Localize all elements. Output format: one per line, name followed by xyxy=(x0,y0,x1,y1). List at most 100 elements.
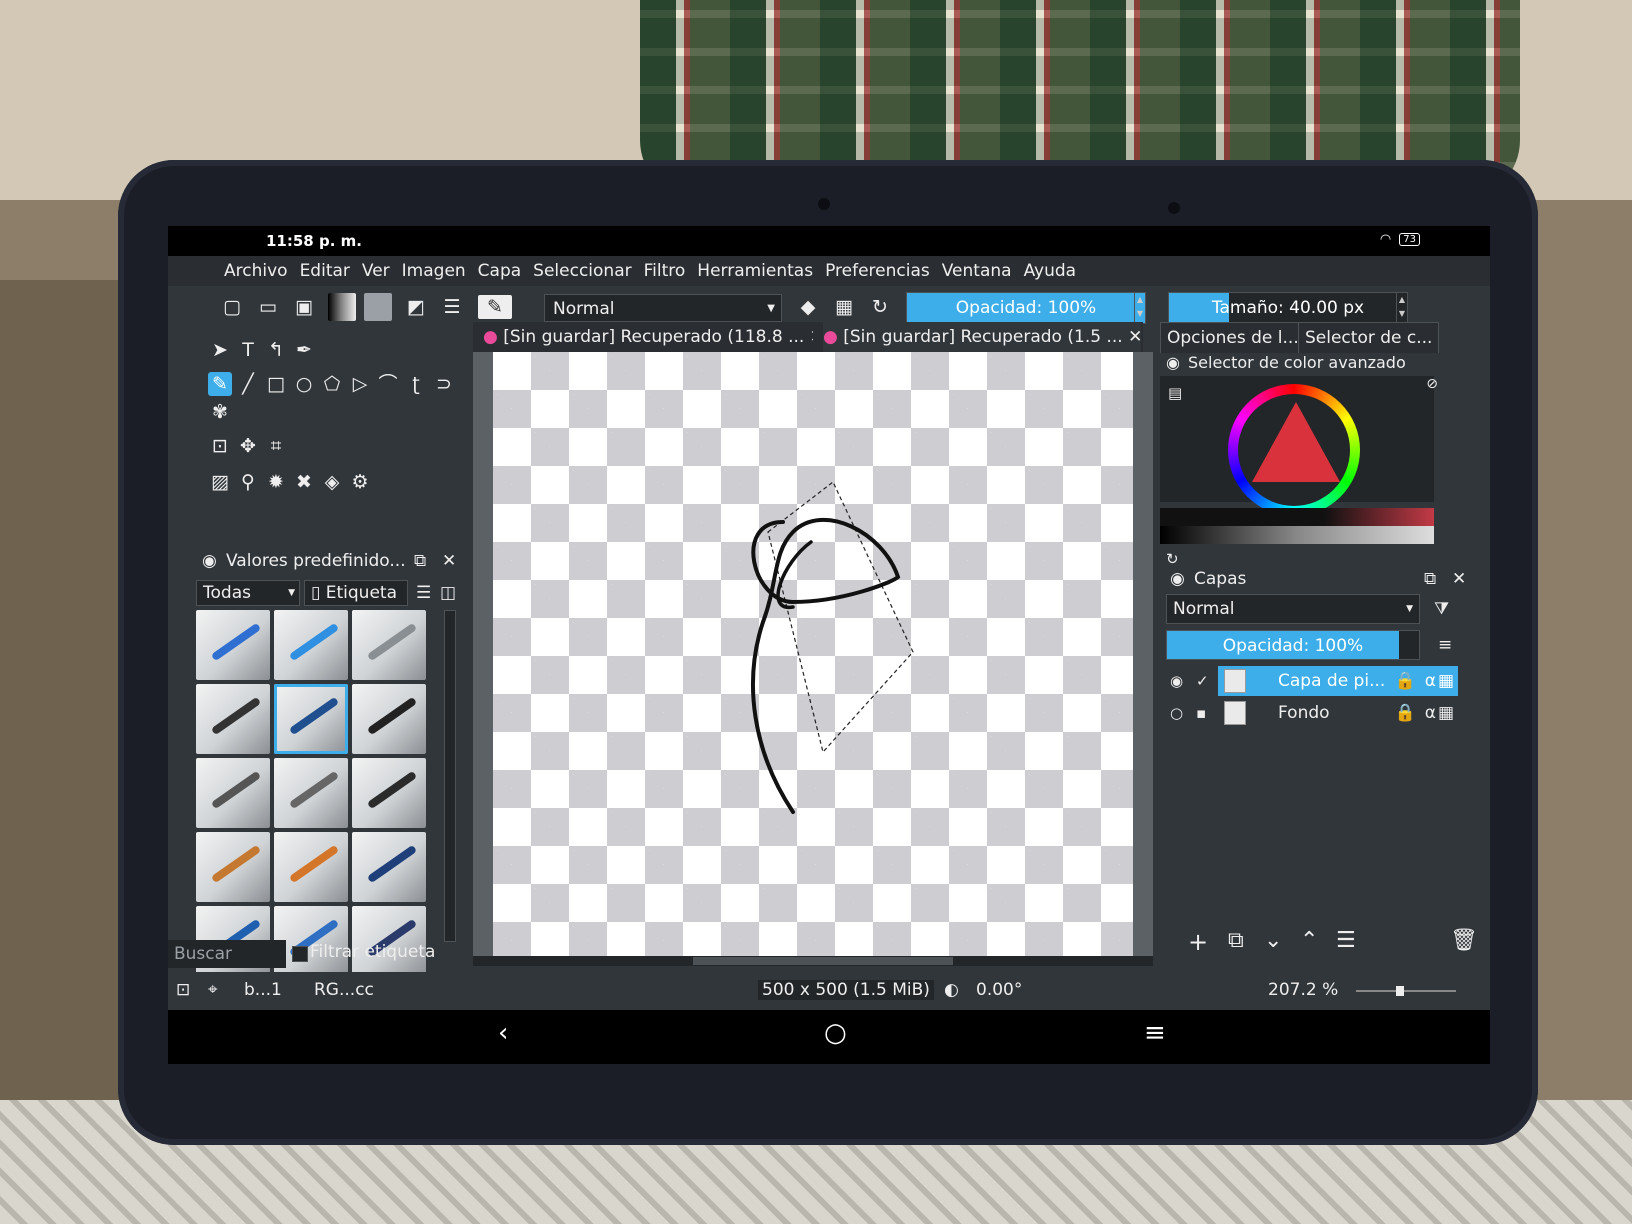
new-document-icon[interactable]: ▢ xyxy=(220,295,244,319)
workspace-icon[interactable]: ☰ xyxy=(440,295,464,319)
text-tool-icon[interactable]: T xyxy=(236,338,260,362)
color-swap-icon[interactable]: ◩ xyxy=(404,295,428,319)
brush-preset-thumbnail[interactable] xyxy=(274,610,348,680)
menu-ver[interactable]: Ver xyxy=(362,261,390,281)
menu-archivo[interactable]: Archivo xyxy=(224,261,288,281)
brush-preset-thumbnail[interactable] xyxy=(196,832,270,902)
brush-preset-icon[interactable]: ✎ xyxy=(478,295,512,319)
crop-tool-icon[interactable]: ⌗ xyxy=(264,434,288,458)
lock-icon[interactable]: 🔒 xyxy=(1395,666,1416,696)
brush-preset-thumbnail[interactable] xyxy=(196,684,270,754)
float-docker-icon[interactable]: ⧉ xyxy=(1424,566,1436,592)
move-down-icon[interactable]: ⌄ xyxy=(1264,928,1282,953)
drawing-canvas[interactable] xyxy=(493,352,1133,956)
search-input[interactable]: Buscar xyxy=(168,940,286,968)
freehand-path-icon[interactable]: ʈ xyxy=(404,372,428,396)
inherit-alpha-icon[interactable]: ▦ xyxy=(1438,698,1454,728)
brush-preset-thumbnail[interactable] xyxy=(196,610,270,680)
selection-icon[interactable]: ⊡ xyxy=(176,980,190,1000)
rectangle-tool-icon[interactable]: □ xyxy=(264,372,288,396)
lock-icon[interactable]: 🔒 xyxy=(1395,698,1416,728)
float-docker-icon[interactable]: ⧉ xyxy=(414,548,426,574)
preset-scrollbar[interactable] xyxy=(444,610,456,942)
hue-wheel[interactable] xyxy=(1228,384,1360,516)
brush-preset-thumbnail[interactable] xyxy=(352,758,426,828)
settings-icon[interactable]: ▤ xyxy=(1168,384,1182,402)
scrollbar-thumb[interactable] xyxy=(693,957,953,965)
eye-hidden-icon[interactable]: ○ xyxy=(1170,698,1183,728)
filter-tag-checkbox[interactable] xyxy=(292,946,308,962)
calligraphy-icon[interactable]: ✒ xyxy=(292,338,316,362)
blend-mode-select[interactable]: Normal ▼ xyxy=(544,294,782,322)
brush-preset-thumbnail[interactable] xyxy=(274,832,348,902)
open-document-icon[interactable]: ▭ xyxy=(256,295,280,319)
home-icon[interactable]: ○ xyxy=(824,1018,847,1048)
brush-preset-thumbnail[interactable] xyxy=(274,758,348,828)
polygon-tool-icon[interactable]: ⬠ xyxy=(320,372,344,396)
docker-lock-icon[interactable]: ◉ xyxy=(1170,566,1185,592)
zoom-slider[interactable] xyxy=(1356,986,1456,996)
gradient-icon[interactable] xyxy=(328,293,356,321)
layer-row[interactable]: ◉ ✓ Capa de pi... 🔒 α ▦ xyxy=(1160,666,1460,696)
opacity-slider[interactable]: Opacidad: 100% ▲ ▼ xyxy=(906,292,1146,324)
menu-editar[interactable]: Editar xyxy=(300,261,350,281)
zoom-slider-handle[interactable] xyxy=(1396,986,1404,996)
layer-opacity-slider[interactable]: Opacidad: 100% xyxy=(1166,630,1420,660)
no-color-icon[interactable]: ⊘ xyxy=(1426,376,1438,392)
layer-name-cell[interactable]: Capa de pi... 🔒 α ▦ xyxy=(1218,666,1458,696)
transform-tool-icon[interactable]: ⊡ xyxy=(208,434,232,458)
menu-herramientas[interactable]: Herramientas xyxy=(697,261,813,281)
recents-icon[interactable]: ≡ xyxy=(1144,1018,1166,1048)
menu-filtro[interactable]: Filtro xyxy=(644,261,686,281)
save-icon[interactable]: ▣ xyxy=(292,295,316,319)
filter-icon[interactable]: ⧩ xyxy=(1434,596,1449,622)
eraser-icon[interactable]: ◆ xyxy=(796,295,820,319)
alpha-icon[interactable]: α xyxy=(1425,666,1436,696)
color-picker-icon[interactable]: ⚲ xyxy=(236,470,260,494)
docker-lock-icon[interactable]: ◉ xyxy=(202,548,217,574)
tab-document-1[interactable]: ● [Sin guardar] Recuperado (118.8 ... ✕ xyxy=(483,322,813,352)
layer-row[interactable]: ○ ▪ Fondo 🔒 α ▦ xyxy=(1160,698,1460,728)
smart-patch-icon[interactable]: ✹ xyxy=(264,470,288,494)
menu-imagen[interactable]: Imagen xyxy=(402,261,466,281)
multibrush-icon[interactable]: ✾ xyxy=(208,400,232,424)
view-mode-icon[interactable]: ◫ xyxy=(440,580,456,606)
close-icon[interactable]: ✕ xyxy=(810,327,813,347)
brush-preset-thumbnail[interactable] xyxy=(196,758,270,828)
saturation-triangle[interactable] xyxy=(1252,402,1340,482)
layer-blend-select[interactable]: Normal ▼ xyxy=(1166,594,1420,624)
close-icon[interactable]: ✕ xyxy=(1128,327,1141,347)
duplicate-layer-icon[interactable]: ⧉ xyxy=(1228,928,1244,953)
gradient-tool-icon[interactable]: ▨ xyxy=(208,470,232,494)
advanced-color-selector[interactable]: ▤ ⊘ xyxy=(1160,376,1438,516)
menu-preferencias[interactable]: Preferencias xyxy=(825,261,930,281)
move-tool-icon[interactable]: ✥ xyxy=(236,434,260,458)
check-icon[interactable]: ✓ xyxy=(1196,666,1209,696)
tag-button[interactable]: ▯ Etiqueta xyxy=(304,580,408,606)
layer-name-cell[interactable]: Fondo 🔒 α ▦ xyxy=(1218,698,1458,728)
value-bar[interactable] xyxy=(1160,526,1434,544)
eye-icon[interactable]: ◉ xyxy=(1170,666,1183,696)
preset-filter-select[interactable]: Todas ▼ xyxy=(196,580,300,606)
brush-preset-thumbnail[interactable] xyxy=(352,684,426,754)
tab-document-2[interactable]: ● [Sin guardar] Recuperado (1.5 ... ✕ xyxy=(823,322,1141,352)
spin-arrows-icon[interactable]: ▲ ▼ xyxy=(1134,293,1145,323)
reload-icon[interactable]: ↻ xyxy=(868,295,892,319)
brush-preset-thumbnail[interactable] xyxy=(352,832,426,902)
freehand-brush-icon[interactable]: ✎ xyxy=(208,372,232,396)
menu-ventana[interactable]: Ventana xyxy=(942,261,1012,281)
list-view-icon[interactable]: ☰ xyxy=(416,580,431,606)
tab-tool-options[interactable]: Opciones de l... xyxy=(1160,322,1306,353)
pattern-icon[interactable] xyxy=(364,293,392,321)
menu-seleccionar[interactable]: Seleccionar xyxy=(533,261,631,281)
docker-lock-icon[interactable]: ◉ xyxy=(1166,350,1180,376)
inherit-alpha-icon[interactable]: ▦ xyxy=(1438,666,1454,696)
image-size[interactable]: 500 x 500 (1.5 MiB) xyxy=(758,980,934,1000)
layer-properties-icon[interactable]: ☰ xyxy=(1336,928,1356,953)
alpha-icon[interactable]: α xyxy=(1425,698,1436,728)
tab-color-selector[interactable]: Selector de c... xyxy=(1298,322,1440,353)
alpha-lock-icon[interactable]: ▦ xyxy=(832,295,856,319)
line-tool-icon[interactable]: ╱ xyxy=(236,372,260,396)
polyline-tool-icon[interactable]: ▷ xyxy=(348,372,372,396)
ellipse-tool-icon[interactable]: ○ xyxy=(292,372,316,396)
